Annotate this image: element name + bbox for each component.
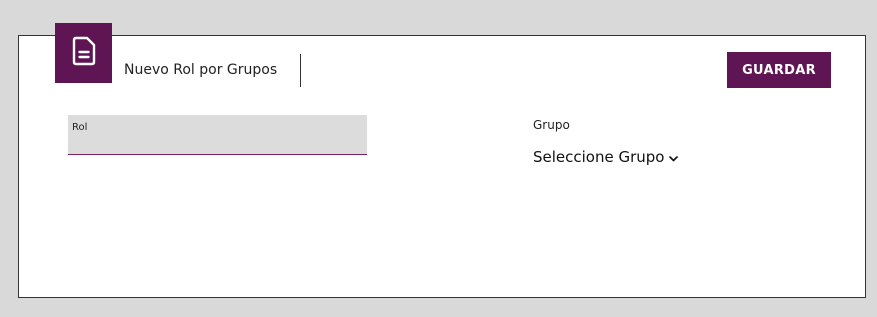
- document-icon: [71, 36, 97, 70]
- grupo-selected-value: Seleccione Grupo: [533, 148, 665, 166]
- rol-label: Rol: [72, 122, 88, 133]
- grupo-label: Grupo: [533, 118, 570, 132]
- title-divider: [300, 54, 301, 87]
- grupo-select[interactable]: Seleccione Grupo: [533, 148, 679, 166]
- save-button[interactable]: GUARDAR: [727, 52, 831, 88]
- document-icon-badge: [55, 23, 112, 83]
- rol-field[interactable]: Rol: [68, 115, 367, 155]
- page-title: Nuevo Rol por Grupos: [124, 62, 278, 78]
- chevron-down-icon: [669, 148, 679, 166]
- rol-input[interactable]: [72, 135, 362, 151]
